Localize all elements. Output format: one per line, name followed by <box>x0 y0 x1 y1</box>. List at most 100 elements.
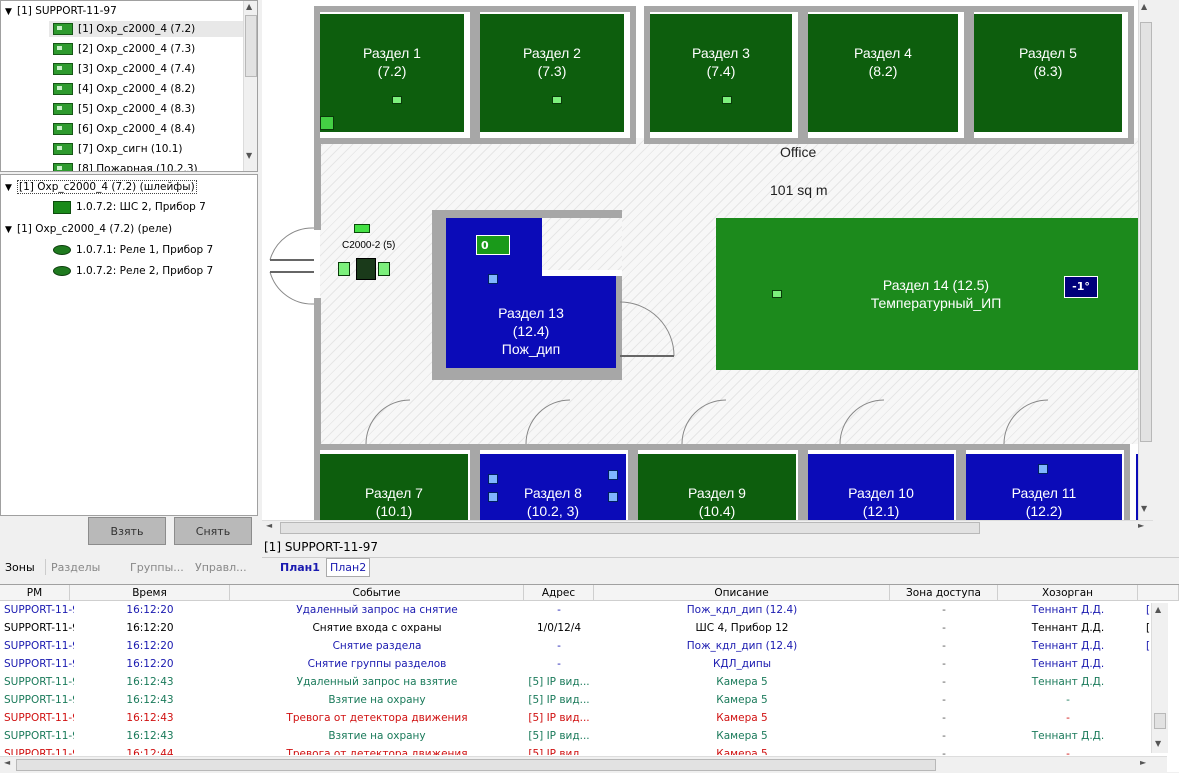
floor-plan[interactable]: Раздел 1 (7.2) Раздел 2 (7.3) Раздел 3 (7.4) Р… <box>262 0 1153 520</box>
tree-item[interactable]: [3] Охр_с2000_4 (7.4) <box>53 61 195 77</box>
tab-plan2[interactable]: План2 <box>326 558 371 577</box>
cell-extra <box>1146 745 1150 755</box>
zone13-counter[interactable]: 0 <box>476 235 510 255</box>
scroll-thumb[interactable] <box>1154 713 1166 729</box>
zone-bottom-1[interactable]: Раздел 7 (10.1) <box>320 454 468 520</box>
tab-zones[interactable]: Зоны <box>5 559 35 577</box>
reader-icon[interactable] <box>338 262 350 276</box>
camera-icon[interactable] <box>320 116 334 130</box>
scroll-right-icon[interactable]: ► <box>1138 521 1144 530</box>
scroll-thumb[interactable] <box>245 15 257 77</box>
table-row[interactable]: SUPPORT-11-97 16:12:43 Взятие на охрану [5]… <box>0 691 1150 709</box>
tree-item[interactable]: [2] Охр_с2000_4 (7.3) <box>53 41 195 57</box>
col-header-event[interactable]: Событие <box>230 585 524 601</box>
tree-item[interactable]: [1] Охр_с2000_4 (7.2) <box>49 21 243 37</box>
loops-group[interactable]: ▼ [1] Охр_с2000_4 (7.2) (шлейфы) <box>5 179 197 195</box>
sensor-icon[interactable] <box>552 96 562 104</box>
collapse-arrow-icon[interactable]: ▼ <box>5 222 17 238</box>
fire-detector-icon[interactable] <box>608 470 618 480</box>
temperature-readout[interactable]: -1° <box>1064 276 1098 298</box>
scroll-down-icon[interactable]: ▼ <box>246 151 252 160</box>
zone-4[interactable]: Раздел 4 (8.2) <box>808 14 958 132</box>
relay-group[interactable]: ▼ [1] Охр_с2000_4 (7.2) (реле) <box>5 221 172 237</box>
sensor-icon[interactable] <box>392 96 402 104</box>
scroll-left-icon[interactable]: ◄ <box>266 521 272 530</box>
scroll-up-icon[interactable]: ▲ <box>1155 605 1161 614</box>
relay-item[interactable]: 1.0.7.2: Реле 2, Прибор 7 <box>53 263 213 279</box>
scroll-thumb[interactable] <box>280 522 980 534</box>
log-hscroll[interactable]: ◄ ► <box>0 756 1167 773</box>
scroll-thumb[interactable] <box>1140 22 1152 442</box>
scroll-up-icon[interactable]: ▲ <box>1141 2 1147 11</box>
scroll-thumb[interactable] <box>16 759 936 771</box>
zone-2[interactable]: Раздел 2 (7.3) <box>480 14 624 132</box>
collapse-arrow-icon[interactable]: ▼ <box>5 4 17 20</box>
zone-5[interactable]: Раздел 5 (8.3) <box>974 14 1122 132</box>
sensor-icon[interactable] <box>772 290 782 298</box>
zone-3[interactable]: Раздел 3 (7.4) <box>650 14 792 132</box>
zone-bottom-4[interactable]: Раздел 10 (12.1) <box>808 454 954 520</box>
col-header-owner[interactable]: Хозорган <box>998 585 1138 601</box>
reader-icon[interactable] <box>378 262 390 276</box>
remove-button[interactable]: Снять <box>174 517 252 545</box>
tab-control[interactable]: Управл... <box>195 559 247 577</box>
tree-item[interactable]: [7] Охр_сигн (10.1) <box>53 141 183 157</box>
col-header-description[interactable]: Описание <box>594 585 890 601</box>
tab-plan1[interactable]: План1 <box>280 561 320 574</box>
table-row[interactable]: SUPPORT-11-97 16:12:44 Тревога от детектор… <box>0 745 1150 755</box>
cell-pm: SUPPORT-11-97 <box>4 604 74 616</box>
tab-sections[interactable]: Разделы <box>51 559 100 577</box>
col-header-address[interactable]: Адрес <box>524 585 594 601</box>
door-controller-icon[interactable] <box>356 258 376 280</box>
col-header-time[interactable]: Время <box>70 585 230 601</box>
fire-detector-icon[interactable] <box>488 274 498 284</box>
board-icon <box>53 63 73 75</box>
fire-detector-icon[interactable] <box>488 492 498 502</box>
zone-name: Раздел 1 <box>363 45 421 61</box>
table-row[interactable]: SUPPORT-11-97 16:12:43 Удаленный запрос на… <box>0 673 1150 691</box>
table-row[interactable]: SUPPORT-11-97 16:12:20 Снятие входа с охра… <box>0 619 1150 637</box>
table-row[interactable]: SUPPORT-11-97 16:12:20 Снятие группы разде… <box>0 655 1150 673</box>
log-vscroll[interactable]: ▲ ▼ <box>1151 603 1168 753</box>
take-button[interactable]: Взять <box>88 517 166 545</box>
scroll-down-icon[interactable]: ▼ <box>1155 739 1161 748</box>
scroll-down-icon[interactable]: ▼ <box>1141 504 1147 513</box>
table-row[interactable]: SUPPORT-11-97 16:12:20 Удаленный запрос на… <box>0 601 1150 619</box>
fire-detector-icon[interactable] <box>608 492 618 502</box>
device-tree[interactable]: ▼ [1] Охр_с2000_4 (7.2) (шлейфы) 1.0.7.2:… <box>0 174 258 516</box>
scroll-left-icon[interactable]: ◄ <box>4 758 10 767</box>
relay-item[interactable]: 1.0.7.1: Реле 1, Прибор 7 <box>53 242 213 258</box>
device-indicator-icon[interactable] <box>354 224 370 233</box>
map-hscroll[interactable]: ◄ ► <box>262 520 1153 535</box>
wall <box>314 298 321 444</box>
scroll-right-icon[interactable]: ► <box>1140 758 1146 767</box>
tree-root[interactable]: ▼ [1] SUPPORT-11-97 <box>5 3 117 19</box>
table-row[interactable]: SUPPORT-11-97 16:12:20 Снятие раздела - Пож_… <box>0 637 1150 655</box>
map-vscroll[interactable]: ▲ ▼ <box>1138 0 1153 520</box>
tab-groups[interactable]: Группы... <box>130 559 184 577</box>
zone-bottom-3[interactable]: Раздел 9 (10.4) <box>638 454 796 520</box>
zone-bottom-2[interactable]: Раздел 8 (10.2, 3) <box>480 454 626 520</box>
event-log[interactable]: РМ Время Событие Адрес Описание Зона дос… <box>0 584 1179 773</box>
cell-pm: SUPPORT-11-97 <box>4 694 74 706</box>
cell-zone: - <box>942 748 946 755</box>
tree-item[interactable]: [5] Охр_с2000_4 (8.3) <box>53 101 195 117</box>
map-title: [1] SUPPORT-11-97 <box>264 540 379 554</box>
col-header-pm[interactable]: РМ <box>0 585 70 601</box>
table-row[interactable]: SUPPORT-11-97 16:12:43 Тревога от детектор… <box>0 709 1150 727</box>
collapse-arrow-icon[interactable]: ▼ <box>5 180 17 196</box>
tree-scrollbar[interactable]: ▲ ▼ <box>243 1 257 171</box>
tree-item[interactable]: [8] Пожарная (10.2.3) <box>53 161 198 171</box>
cell-addr: - <box>557 640 561 652</box>
tree-item[interactable]: [6] Охр_с2000_4 (8.4) <box>53 121 195 137</box>
table-row[interactable]: SUPPORT-11-97 16:12:43 Взятие на охрану [5]… <box>0 727 1150 745</box>
tree-item[interactable]: [4] Охр_с2000_4 (8.2) <box>53 81 195 97</box>
scroll-up-icon[interactable]: ▲ <box>246 2 252 11</box>
col-header-access-zone[interactable]: Зона доступа <box>890 585 998 601</box>
loop-item[interactable]: 1.0.7.2: ШС 2, Прибор 7 <box>53 199 206 215</box>
object-tree[interactable]: ▼ [1] SUPPORT-11-97 [1] Охр_с2000_4 (7.2)… <box>0 0 258 172</box>
zone-1[interactable]: Раздел 1 (7.2) <box>320 14 464 132</box>
fire-detector-icon[interactable] <box>488 474 498 484</box>
fire-detector-icon[interactable] <box>1038 464 1048 474</box>
sensor-icon[interactable] <box>722 96 732 104</box>
